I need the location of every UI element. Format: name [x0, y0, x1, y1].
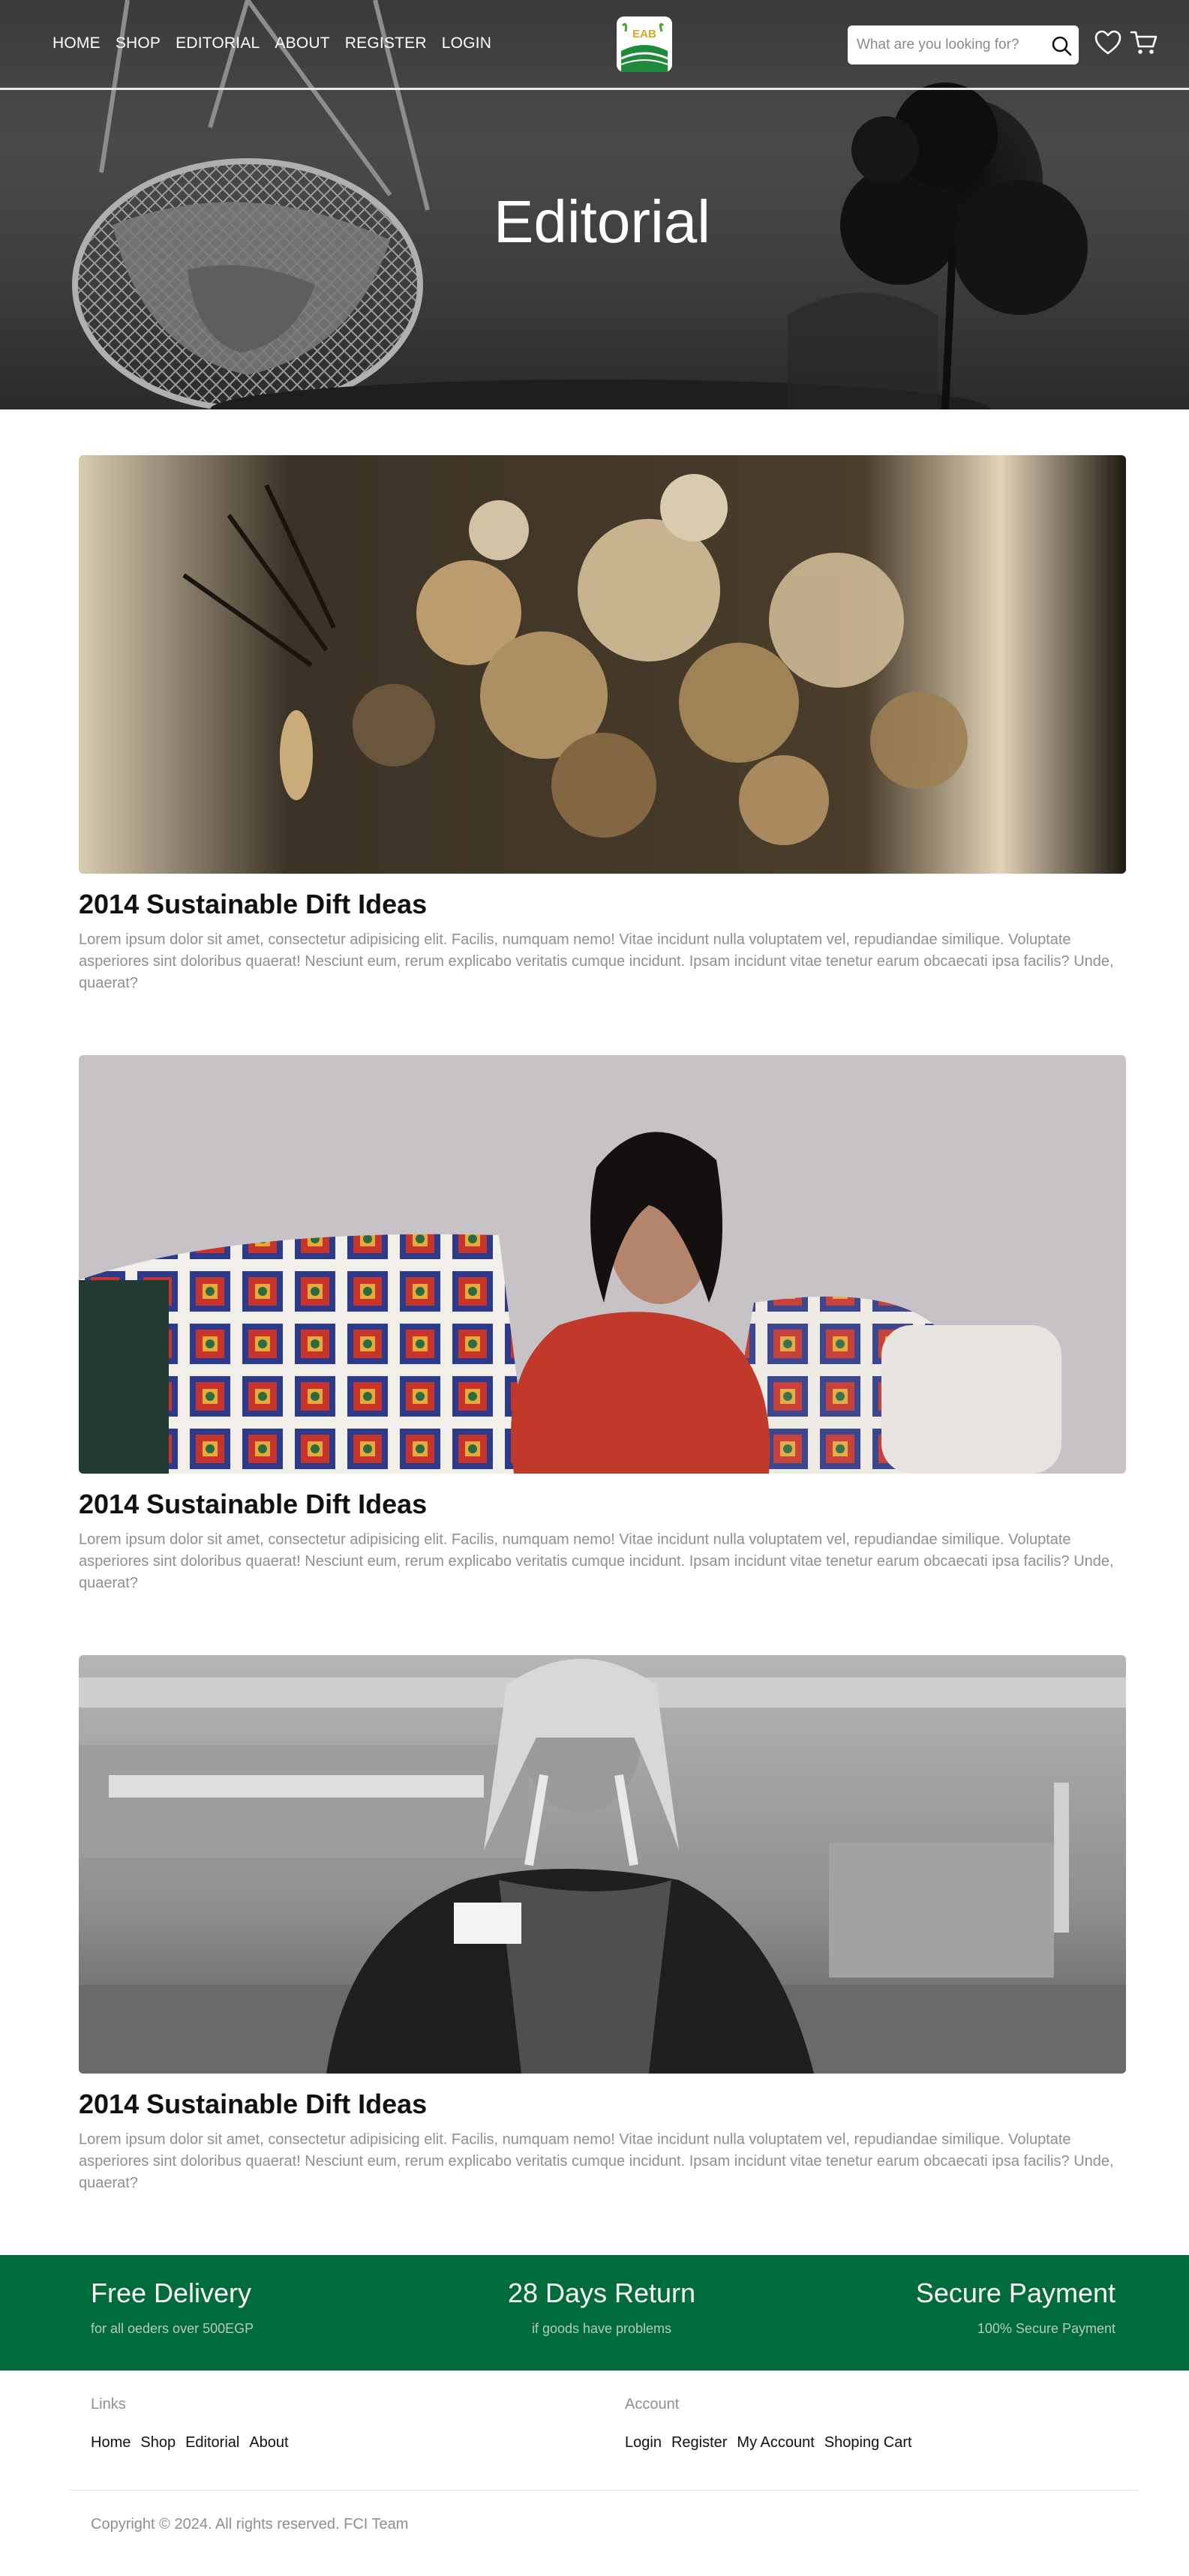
search-bar: [848, 25, 1079, 64]
footer-account-title: Account: [625, 2396, 680, 2413]
nav-home[interactable]: HOME: [53, 34, 101, 52]
hero-banner: HOME SHOP EDITORIAL ABOUT REGISTER LOGIN…: [0, 0, 1189, 409]
article-excerpt: Lorem ipsum dolor sit amet, consectetur …: [79, 931, 1114, 991]
footer-account-column: Account Login Register My Account Shopin…: [625, 2396, 912, 2452]
feature-subtitle: 100% Secure Payment: [977, 2321, 1115, 2336]
page-title: Editorial: [493, 188, 711, 255]
editorial-article: 2014 Sustainable Dift Ideas Lorem ipsum …: [79, 455, 1126, 994]
footer-link-editorial[interactable]: Editorial: [185, 2434, 239, 2452]
footer-link-shop[interactable]: Shop: [140, 2434, 176, 2452]
feature-subtitle: for all oeders over 500EGP: [91, 2321, 254, 2336]
article-title[interactable]: 2014 Sustainable Dift Ideas: [79, 889, 1126, 920]
footer-links: Home Shop Editorial About: [91, 2434, 289, 2452]
nav-about[interactable]: ABOUT: [275, 34, 329, 52]
feature-title: Secure Payment: [915, 2278, 1115, 2308]
logo-wordmark: EAB: [632, 28, 656, 40]
feature-title: 28 Days Return: [507, 2278, 696, 2308]
feature-title: Free Delivery: [91, 2278, 252, 2308]
article-excerpt: Lorem ipsum dolor sit amet, consectetur …: [79, 2131, 1114, 2191]
feature-secure-payment: Secure Payment 100% Secure Payment: [815, 2278, 1115, 2337]
feature-returns: 28 Days Return if goods have problems: [452, 2278, 752, 2337]
footer-link-register[interactable]: Register: [671, 2434, 727, 2452]
cart-icon[interactable]: [1130, 28, 1158, 57]
article-excerpt: Lorem ipsum dolor sit amet, consectetur …: [79, 1531, 1114, 1591]
article-image-dried-flowers[interactable]: [79, 455, 1126, 874]
feature-subtitle: if goods have problems: [531, 2321, 672, 2336]
footer-links-column: Links Home Shop Editorial About: [91, 2396, 289, 2452]
footer-link-shopping-cart[interactable]: Shoping Cart: [824, 2434, 912, 2452]
footer-link-home[interactable]: Home: [91, 2434, 131, 2452]
site-logo[interactable]: EAB: [617, 16, 672, 72]
logo-icon: EAB: [617, 16, 672, 72]
main-nav: HOME SHOP EDITORIAL ABOUT REGISTER LOGIN: [53, 34, 491, 52]
copyright-text: Copyright © 2024. All rights reserved. F…: [91, 2516, 409, 2533]
search-icon[interactable]: [1050, 34, 1073, 57]
site-header: HOME SHOP EDITORIAL ABOUT REGISTER LOGIN…: [0, 0, 1189, 90]
article-image-woman-couch[interactable]: [79, 1055, 1126, 1474]
search-input[interactable]: [848, 26, 1035, 64]
article-image-woman-bw[interactable]: [79, 1655, 1126, 2074]
footer-link-my-account[interactable]: My Account: [737, 2434, 814, 2452]
article-image: [79, 1655, 1126, 2074]
article-image: [79, 1055, 1126, 1474]
nav-editorial[interactable]: EDITORIAL: [176, 34, 260, 52]
nav-register[interactable]: REGISTER: [345, 34, 427, 52]
article-image: [79, 455, 1126, 874]
nav-login[interactable]: LOGIN: [442, 34, 491, 52]
footer-divider: [69, 2490, 1139, 2491]
footer-link-about[interactable]: About: [249, 2434, 288, 2452]
article-title[interactable]: 2014 Sustainable Dift Ideas: [79, 1489, 1126, 1520]
footer-account-links: Login Register My Account Shoping Cart: [625, 2434, 912, 2452]
nav-shop[interactable]: SHOP: [116, 34, 161, 52]
features-band: Free Delivery for all oeders over 500EGP…: [0, 2255, 1189, 2371]
editorial-article: 2014 Sustainable Dift Ideas Lorem ipsum …: [79, 1655, 1126, 2194]
footer-links-title: Links: [91, 2396, 126, 2413]
footer-link-login[interactable]: Login: [625, 2434, 662, 2452]
feature-free-delivery: Free Delivery for all oeders over 500EGP: [91, 2278, 254, 2337]
editorial-article: 2014 Sustainable Dift Ideas Lorem ipsum …: [79, 1055, 1126, 1594]
article-title[interactable]: 2014 Sustainable Dift Ideas: [79, 2089, 1126, 2120]
heart-icon[interactable]: [1094, 28, 1122, 57]
